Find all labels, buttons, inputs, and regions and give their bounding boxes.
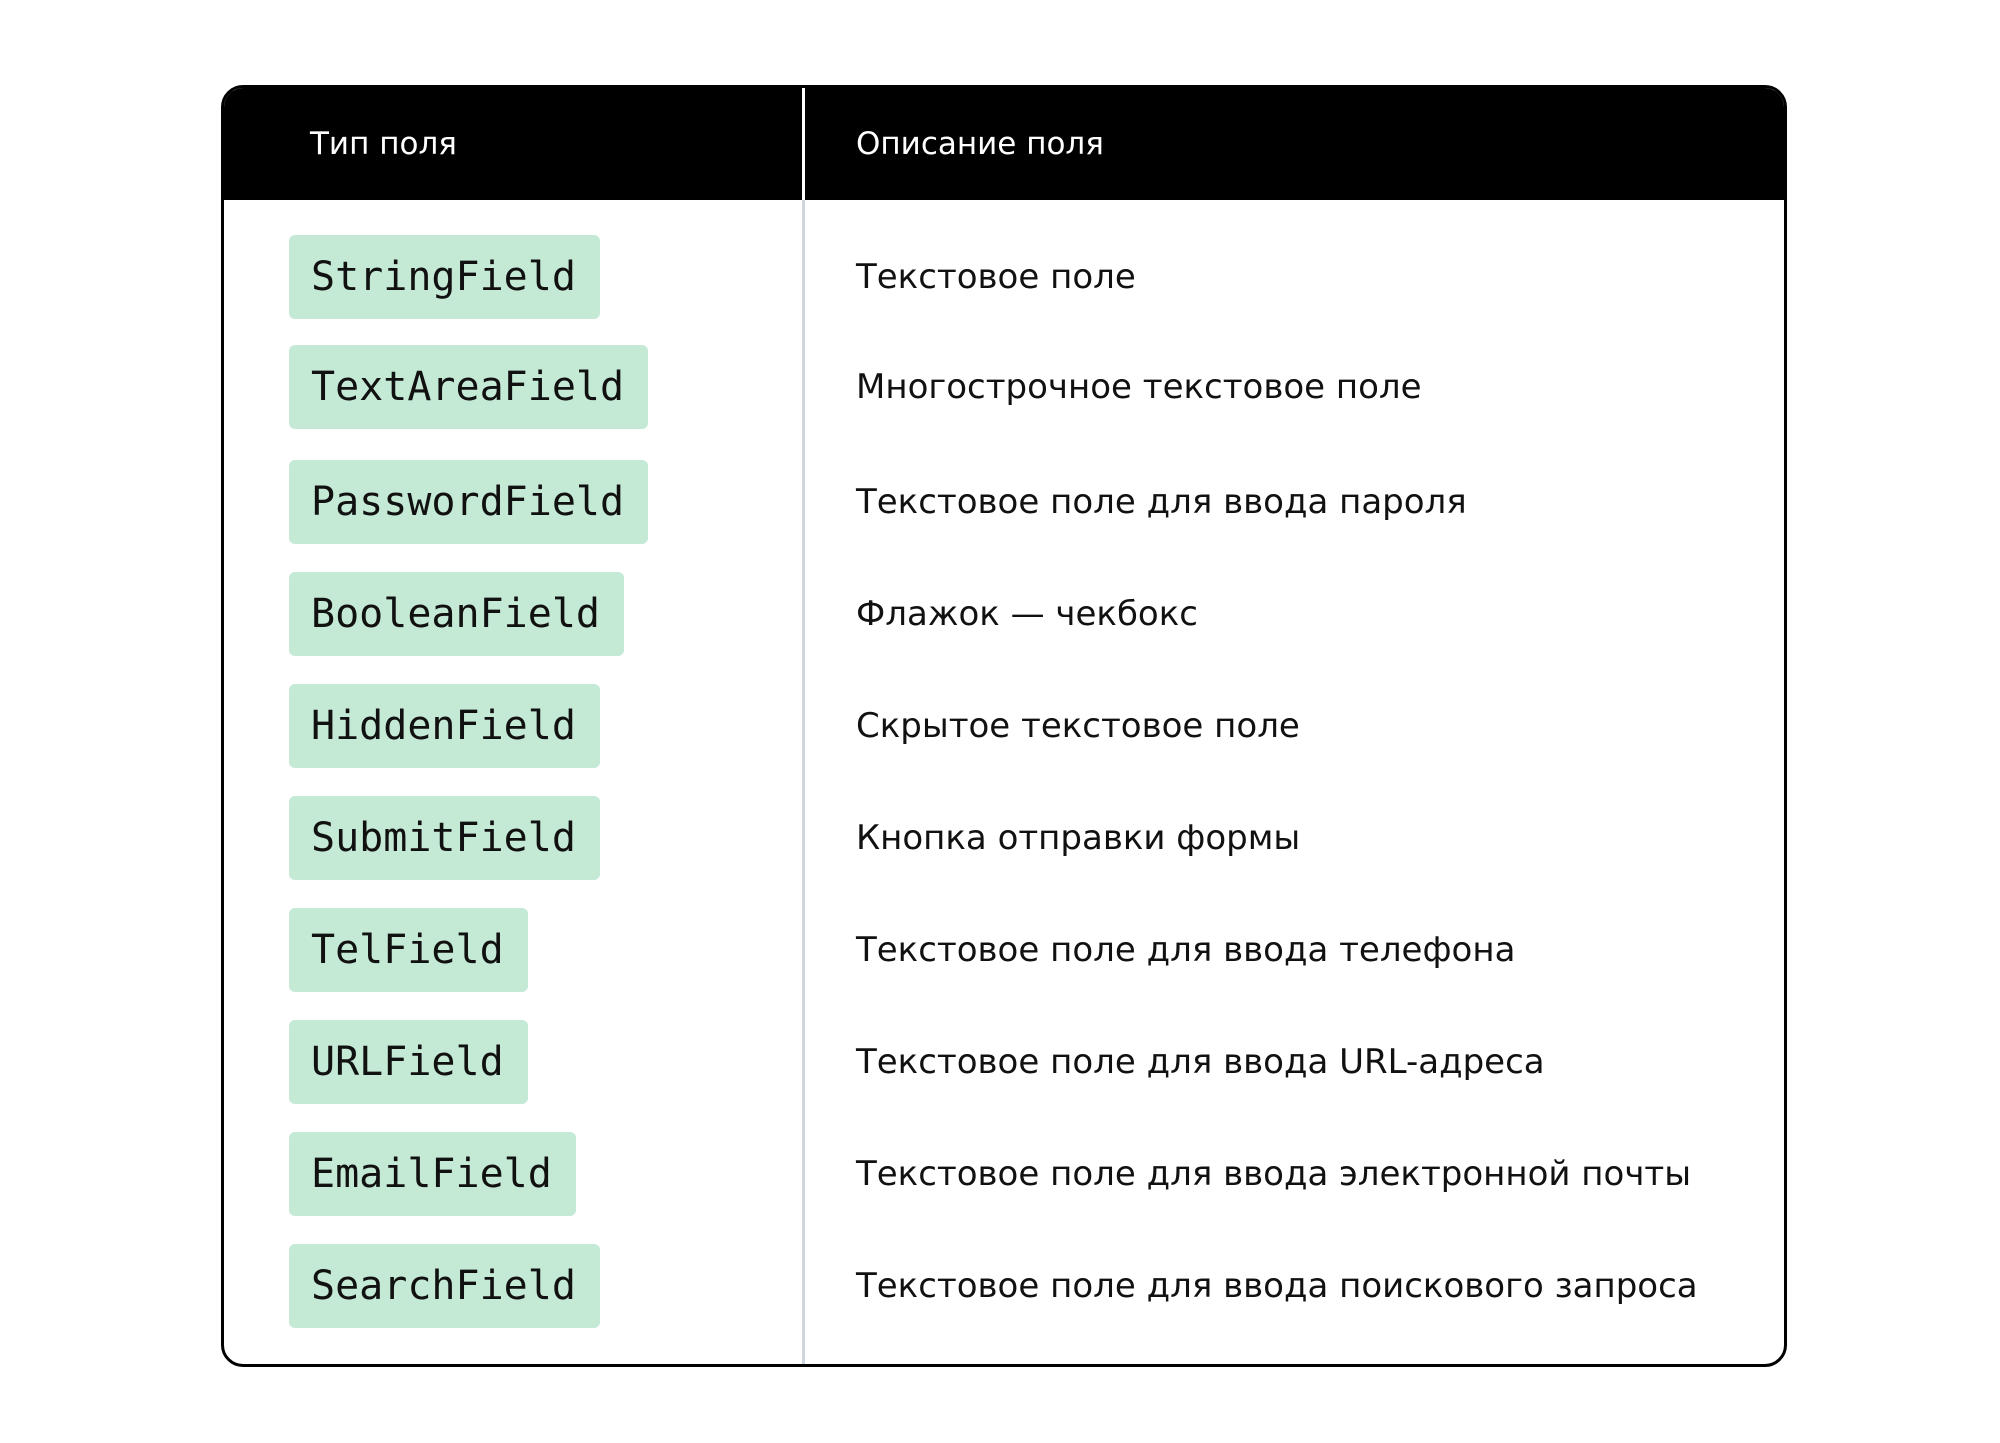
field-description: Флажок — чекбокс: [856, 594, 1198, 634]
header-type: Тип поля: [310, 126, 457, 162]
table-row: SubmitField Кнопка отправки формы: [224, 796, 1784, 908]
field-type-chip: SearchField: [289, 1244, 600, 1328]
field-type-chip: TelField: [289, 908, 528, 992]
field-type-chip: BooleanField: [289, 572, 624, 656]
table-row: StringField Текстовое поле: [224, 235, 1784, 345]
field-type-chip: TextAreaField: [289, 345, 649, 429]
table-row: URLField Текстовое поле для ввода URL-ад…: [224, 1020, 1784, 1132]
field-type-chip: PasswordField: [289, 460, 649, 544]
field-type-chip: URLField: [289, 1020, 528, 1104]
header-description: Описание поля: [856, 126, 1104, 162]
field-type-chip: SubmitField: [289, 796, 600, 880]
table-row: TelField Текстовое поле для ввода телефо…: [224, 908, 1784, 1020]
table-header: Тип поля Описание поля: [224, 88, 1784, 200]
field-description: Многострочное текстовое поле: [856, 367, 1422, 407]
field-description: Текстовое поле для ввода URL-адреса: [856, 1042, 1545, 1082]
field-description: Текстовое поле для ввода поискового запр…: [856, 1266, 1698, 1306]
table-row: HiddenField Скрытое текстовое поле: [224, 684, 1784, 796]
field-description: Текстовое поле для ввода телефона: [856, 930, 1516, 970]
table-row: PasswordField Текстовое поле для ввода п…: [224, 460, 1784, 572]
field-type-chip: EmailField: [289, 1132, 576, 1216]
table-row: TextAreaField Многострочное текстовое по…: [224, 345, 1784, 460]
field-description: Текстовое поле: [856, 257, 1136, 297]
header-divider: [802, 88, 805, 200]
field-type-chip: HiddenField: [289, 684, 600, 768]
table-row: SearchField Текстовое поле для ввода пои…: [224, 1244, 1784, 1356]
field-types-table: Тип поля Описание поля StringField Текст…: [221, 85, 1787, 1367]
table-row: EmailField Текстовое поле для ввода элек…: [224, 1132, 1784, 1244]
field-description: Скрытое текстовое поле: [856, 706, 1300, 746]
field-description: Текстовое поле для ввода электронной поч…: [856, 1154, 1692, 1194]
field-description: Кнопка отправки формы: [856, 818, 1301, 858]
table-body: StringField Текстовое поле TextAreaField…: [224, 235, 1784, 1356]
field-type-chip: StringField: [289, 235, 600, 319]
field-description: Текстовое поле для ввода пароля: [856, 482, 1467, 522]
table-row: BooleanField Флажок — чекбокс: [224, 572, 1784, 684]
